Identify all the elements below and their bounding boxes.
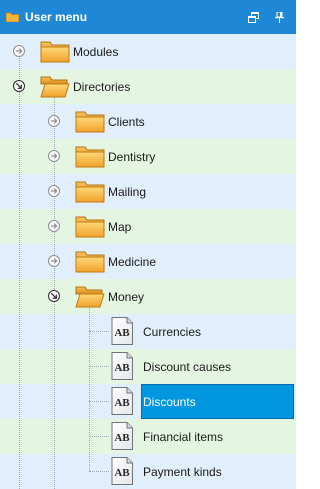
tree-label-map: Map — [108, 220, 132, 234]
collapse-directories-button[interactable] — [13, 80, 25, 92]
tree-connector-line — [89, 366, 109, 367]
tree-row-map[interactable] — [0, 209, 296, 244]
arrow-down-right-icon — [15, 82, 22, 89]
tree-label-financial-items: Financial items — [143, 430, 224, 444]
tree-label-clients: Clients — [108, 115, 145, 129]
tree-connector-line — [89, 303, 90, 471]
tree-connector-line — [89, 331, 109, 332]
document-icon-text: AB — [114, 397, 130, 409]
panel-header: User menu — [0, 0, 296, 34]
document-ab-icon: AB — [111, 317, 133, 345]
tree-label-payment-kinds: Payment kinds — [143, 465, 222, 479]
arrow-right-icon — [51, 118, 58, 124]
tree-connector-line — [89, 436, 109, 437]
expand-mailing-button[interactable] — [48, 185, 60, 197]
arrow-right-icon — [51, 153, 58, 159]
menu-tree: Modules Directories Clients Dentistry Ma… — [0, 34, 296, 489]
expand-modules-button[interactable] — [13, 45, 25, 57]
pin-icon — [274, 11, 284, 23]
document-ab-icon: AB — [111, 457, 133, 485]
tree-label-money: Money — [108, 290, 145, 304]
pin-button[interactable] — [271, 9, 287, 25]
tree-label-discounts: Discounts — [143, 395, 196, 409]
open-folder-icon — [40, 76, 70, 98]
tree-label-directories: Directories — [73, 80, 131, 94]
folder-icon — [75, 181, 105, 203]
expand-medicine-button[interactable] — [48, 255, 60, 267]
folder-icon — [75, 251, 105, 273]
folder-icon — [75, 216, 105, 238]
restore-window-button[interactable] — [245, 9, 261, 25]
restore-window-icon — [247, 11, 259, 23]
document-icon-text: AB — [114, 467, 130, 479]
arrow-down-right-icon — [50, 292, 57, 299]
tree-label-dentistry: Dentistry — [108, 150, 156, 164]
expand-dentistry-button[interactable] — [48, 150, 60, 162]
tree-connector-line — [89, 401, 109, 402]
arrow-right-icon — [51, 188, 58, 194]
tree-connector-line — [19, 58, 20, 489]
tree-label-discount-causes: Discount causes — [143, 360, 232, 374]
collapse-money-button[interactable] — [48, 290, 60, 302]
arrow-right-icon — [16, 48, 23, 54]
tree-row-mailing[interactable] — [0, 174, 296, 209]
tree-label-currencies: Currencies — [143, 325, 202, 339]
user-menu-panel: User menu Modules Directories Clients De… — [0, 0, 296, 489]
document-icon-text: AB — [114, 362, 130, 374]
selected-item-discounts[interactable]: Discounts — [141, 384, 294, 419]
folder-icon — [40, 41, 70, 63]
tree-row-clients[interactable] — [0, 104, 296, 139]
document-ab-icon: AB — [111, 352, 133, 380]
tree-label-modules: Modules — [73, 45, 119, 59]
folder-icon — [75, 146, 105, 168]
document-ab-icon: AB — [111, 422, 133, 450]
open-folder-icon — [75, 286, 105, 308]
arrow-right-icon — [51, 223, 58, 229]
expand-clients-button[interactable] — [48, 115, 60, 127]
tree-row-money[interactable] — [0, 279, 296, 314]
folder-icon — [6, 12, 19, 22]
document-icon-text: AB — [114, 327, 130, 339]
tree-label-medicine: Medicine — [108, 255, 157, 269]
tree-connector-line — [89, 471, 109, 472]
document-icon-text: AB — [114, 432, 130, 444]
folder-icon — [75, 111, 105, 133]
arrow-right-icon — [51, 258, 58, 264]
document-ab-icon: AB — [111, 387, 133, 415]
tree-label-mailing: Mailing — [108, 185, 147, 199]
expand-map-button[interactable] — [48, 220, 60, 232]
panel-title: User menu — [25, 10, 88, 24]
